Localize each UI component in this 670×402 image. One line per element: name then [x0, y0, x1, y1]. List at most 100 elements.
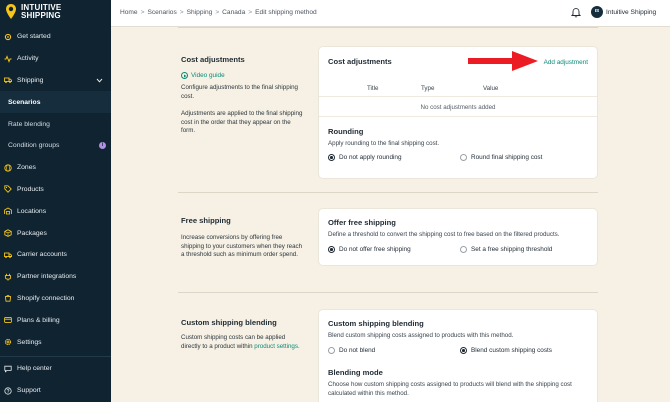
breadcrumb-home[interactable]: Home	[120, 9, 138, 16]
location-pin-icon	[6, 4, 16, 19]
cost-adjustments-title: Cost adjustments	[181, 55, 245, 64]
sidebar-item-label: Packages	[17, 229, 47, 237]
avatar[interactable]: IS	[591, 6, 603, 18]
radio-label: Do not offer free shipping	[339, 246, 411, 253]
plug-icon	[4, 273, 12, 281]
breadcrumb-separator: >	[215, 9, 220, 16]
tag-icon	[4, 185, 12, 194]
blending-desc: Custom shipping costs can be applied dir…	[181, 334, 303, 351]
sidebar-item-help-center[interactable]: Help center	[0, 358, 111, 380]
sidebar-item-label: Shipping	[17, 76, 44, 84]
sidebar-item-label: Condition groups	[8, 142, 60, 150]
radio-indicator	[460, 246, 467, 253]
truck-icon	[4, 251, 12, 259]
sidebar-item-scenarios[interactable]: Scenarios	[0, 91, 111, 114]
radio-do-not-round[interactable]: Do not apply rounding	[328, 154, 402, 161]
play-icon	[181, 72, 188, 79]
sidebar-item-products[interactable]: Products	[0, 179, 111, 201]
radio-label: Set a free shipping threshold	[471, 246, 553, 253]
radio-round-final-cost[interactable]: Round final shipping cost	[460, 154, 542, 161]
sidebar-item-packages[interactable]: Packages	[0, 222, 111, 244]
radio-no-free-shipping[interactable]: Do not offer free shipping	[328, 246, 411, 253]
card-desc: Blend custom shipping costs assigned to …	[328, 332, 514, 339]
free-shipping-desc: Increase conversions by offering free sh…	[181, 234, 303, 259]
sidebar-item-shopify-connection[interactable]: Shopify connection	[0, 288, 111, 310]
sidebar-item-get-started[interactable]: Get started	[0, 26, 111, 48]
breadcrumb-separator: >	[140, 9, 145, 16]
sidebar-item-label: Partner integrations	[17, 273, 77, 281]
radio-do-not-blend[interactable]: Do not blend	[328, 347, 375, 354]
add-adjustment-link[interactable]: Add adjustment	[544, 59, 588, 66]
gear-icon	[4, 338, 12, 346]
gear-sparkle-icon	[4, 33, 12, 41]
sidebar-item-label: Settings	[17, 338, 42, 346]
breadcrumb: Home > Scenarios > Shipping > Canada > E…	[120, 9, 317, 16]
radio-label: Round final shipping cost	[471, 154, 543, 161]
sidebar-item-label: Zones	[17, 164, 36, 172]
sidebar-item-plans-billing[interactable]: Plans & billing	[0, 309, 111, 331]
sidebar-item-settings[interactable]: Settings	[0, 331, 111, 353]
sidebar-item-locations[interactable]: Locations	[0, 200, 111, 222]
sidebar-divider	[0, 356, 111, 357]
sidebar: INTUITIVE SHIPPING Get started Activity …	[0, 0, 111, 402]
sidebar-item-label: Scenarios	[8, 98, 41, 106]
sidebar-item-label: Products	[17, 185, 44, 193]
product-settings-link[interactable]: product settings.	[254, 343, 299, 350]
sidebar-item-label: Locations	[17, 207, 47, 215]
free-shipping-title: Free shipping	[181, 216, 231, 225]
cost-adjustments-card: Cost adjustments Add adjustment Title Ty…	[319, 47, 597, 178]
sidebar-item-carrier-accounts[interactable]: Carrier accounts	[0, 244, 111, 266]
activity-icon	[4, 54, 12, 63]
blending-title: Custom shipping blending	[181, 318, 277, 327]
radio-label: Do not blend	[339, 347, 376, 354]
custom-shipping-blending-card: Custom shipping blending Blend custom sh…	[319, 310, 597, 402]
radio-free-shipping-threshold[interactable]: Set a free shipping threshold	[460, 246, 552, 253]
sidebar-item-zones[interactable]: Zones	[0, 157, 111, 179]
section-divider	[178, 192, 598, 193]
breadcrumb-scenarios[interactable]: Scenarios	[147, 9, 176, 16]
offer-free-shipping-card: Offer free shipping Define a threshold t…	[319, 209, 597, 265]
column-header-title: Title	[367, 85, 379, 92]
breadcrumb-canada[interactable]: Canada	[222, 9, 245, 16]
table-divider	[319, 96, 597, 97]
rounding-desc: Apply rounding to the final shipping cos…	[328, 140, 440, 147]
sidebar-item-label: Rate blending	[8, 120, 50, 128]
breadcrumb-separator: >	[248, 9, 253, 16]
chevron-down-icon[interactable]	[96, 77, 103, 84]
chat-icon	[4, 365, 12, 373]
radio-indicator	[328, 347, 335, 354]
video-guide-label: Video guide	[191, 72, 225, 79]
video-guide-link[interactable]: Video guide	[181, 72, 225, 79]
blending-mode-desc: Choose how custom shipping costs assigne…	[328, 381, 572, 397]
radio-indicator	[328, 246, 335, 253]
breadcrumb-shipping[interactable]: Shipping	[187, 9, 213, 16]
sidebar-item-partner-integrations[interactable]: Partner integrations	[0, 266, 111, 288]
sidebar-item-label: Support	[17, 387, 41, 395]
card-icon	[4, 316, 12, 324]
radio-label: Do not apply rounding	[339, 154, 402, 161]
sidebar-item-condition-groups[interactable]: Condition groups i	[0, 135, 111, 157]
breadcrumb-separator: >	[179, 9, 184, 16]
card-title: Cost adjustments	[328, 57, 392, 66]
card-title: Offer free shipping	[328, 218, 396, 227]
sidebar-item-label: Help center	[17, 365, 52, 373]
sidebar-item-rate-blending[interactable]: Rate blending	[0, 113, 111, 135]
logo-line-2: SHIPPING	[21, 11, 61, 20]
bell-icon[interactable]	[571, 7, 581, 18]
empty-state-text: No cost adjustments added	[420, 104, 496, 111]
sidebar-item-label: Shopify connection	[17, 294, 75, 302]
box-icon	[4, 229, 12, 237]
sidebar-footer: Help center Support	[0, 358, 111, 402]
radio-indicator	[460, 347, 467, 354]
logo[interactable]: INTUITIVE SHIPPING	[5, 3, 61, 21]
sidebar-item-activity[interactable]: Activity	[0, 48, 111, 70]
radio-blend-custom-costs[interactable]: Blend custom shipping costs	[460, 347, 552, 354]
sidebar-item-label: Activity	[17, 55, 39, 63]
card-title: Custom shipping blending	[328, 319, 424, 328]
sidebar-item-shipping[interactable]: Shipping	[0, 70, 111, 92]
sidebar-item-support[interactable]: Support	[0, 380, 111, 402]
user-name[interactable]: Intuitive Shipping	[606, 9, 656, 16]
card-desc: Define a threshold to convert the shippi…	[328, 231, 560, 238]
arrow-annotation-icon	[468, 51, 538, 71]
warehouse-icon	[4, 207, 12, 215]
